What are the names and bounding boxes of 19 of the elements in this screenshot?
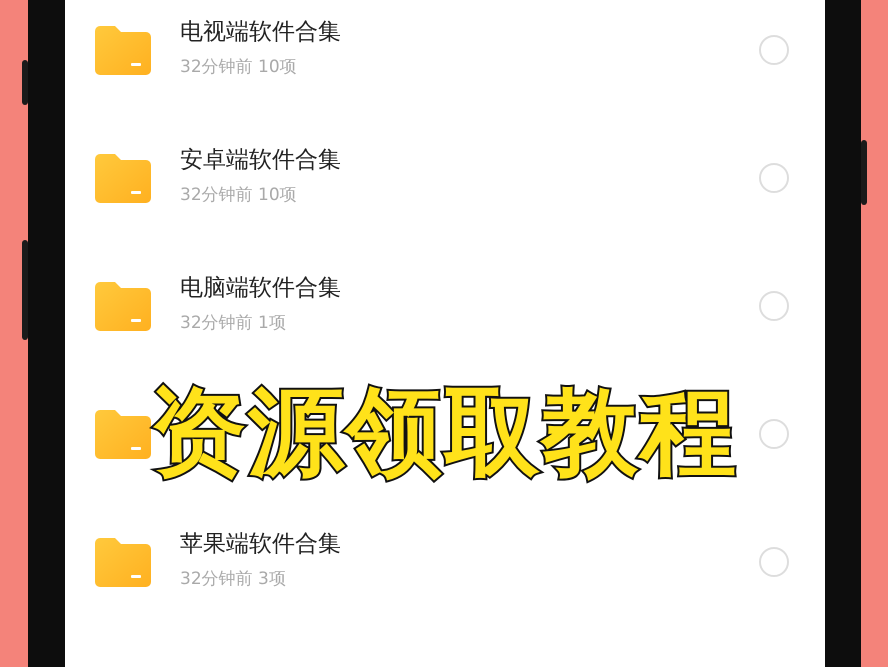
select-circle[interactable] [759,35,789,65]
select-circle[interactable] [759,163,789,193]
folder-icon [95,25,151,75]
folder-icon [95,153,151,203]
folder-details: 32分钟前 3项 [180,568,287,592]
folder-name: 电脑端软件合集 [180,275,342,304]
select-circle[interactable] [759,419,789,449]
folder-name: 电视端软件合集 [180,19,342,48]
select-circle[interactable] [759,291,789,321]
folder-icon [95,281,151,331]
folder-details: 32分钟前 1项 [180,312,287,336]
folder-icon [95,537,151,587]
folder-icon [95,409,151,459]
folder-name: 安卓端软件合集 [180,147,342,176]
overlay-title: 资源领取教程 [150,380,738,486]
folder-details: 32分钟前 10项 [180,184,298,208]
select-circle[interactable] [759,547,789,577]
folder-name: 苹果端软件合集 [180,531,342,560]
folder-details: 32分钟前 10项 [180,56,298,80]
